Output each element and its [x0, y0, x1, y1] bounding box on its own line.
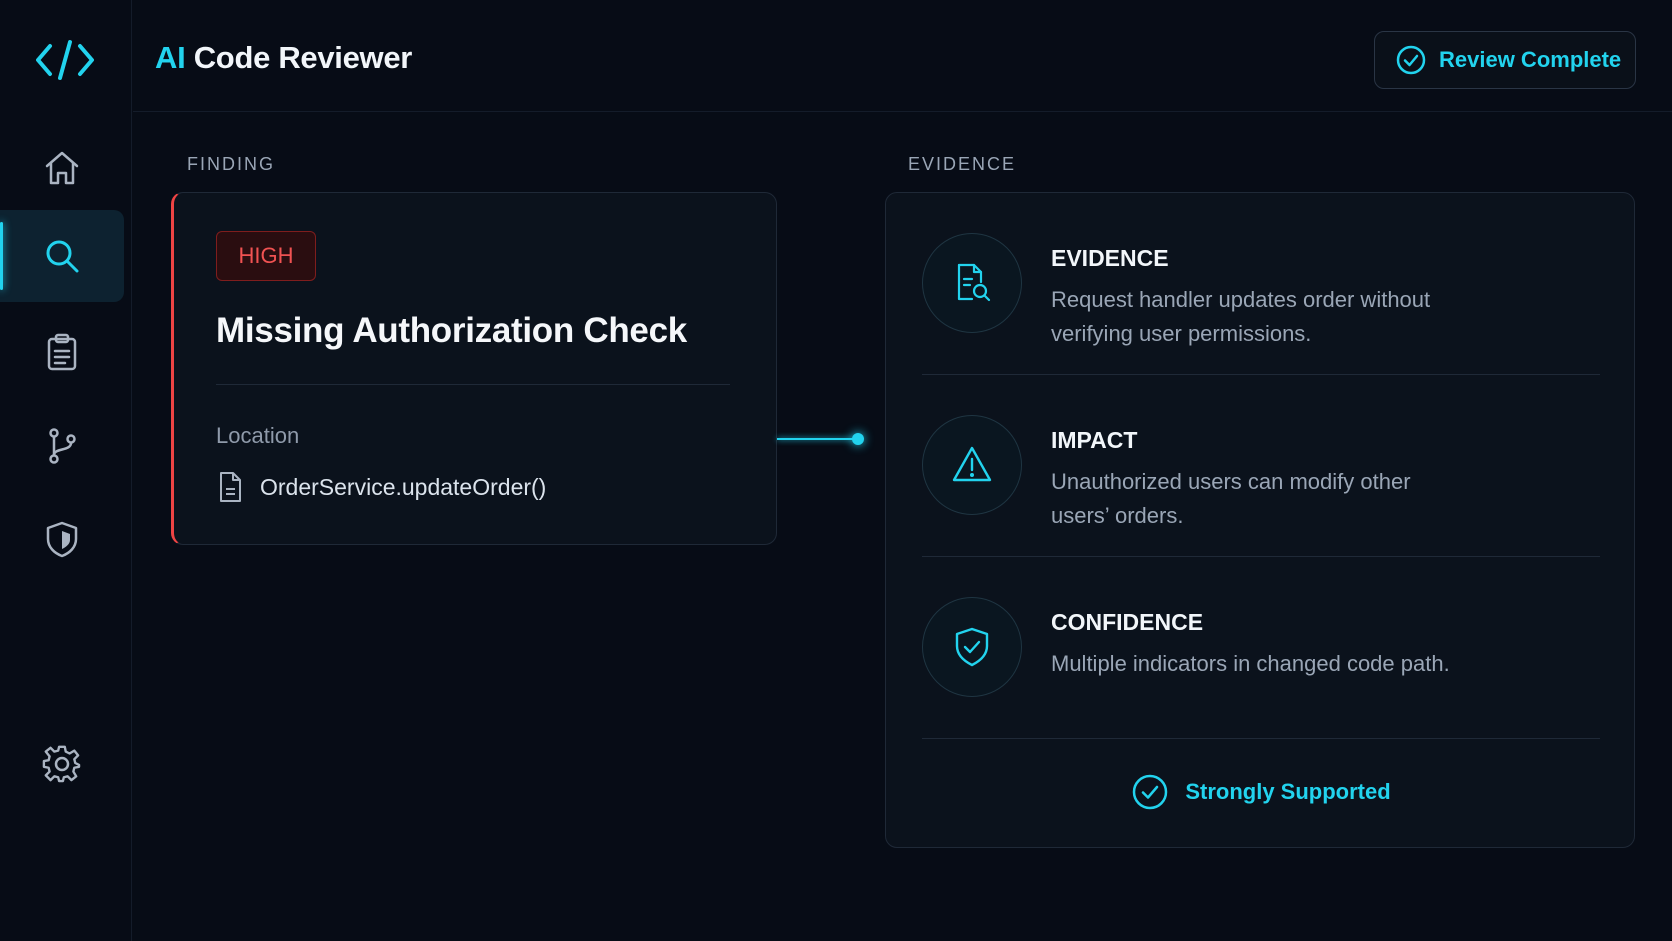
sidebar-item-reports[interactable]: [0, 306, 124, 398]
gear-icon: [42, 745, 81, 783]
warning-icon: [952, 446, 992, 482]
finding-title: Missing Authorization Check: [216, 311, 687, 350]
impact-text: Unauthorized users can modify other user…: [1051, 469, 1411, 528]
document-search-icon: [957, 263, 991, 302]
sidebar-item-settings[interactable]: [0, 718, 124, 810]
evidence-heading: EVIDENCE: [1051, 245, 1169, 271]
severity-badge: HIGH: [216, 231, 316, 281]
sidebar-item-security[interactable]: [0, 493, 124, 585]
sidebar-item-branches[interactable]: [0, 400, 124, 492]
connector-line: [777, 438, 859, 440]
evidence-card: EVIDENCE Request handler updates order w…: [885, 192, 1635, 848]
verdict-status: Strongly Supported: [886, 773, 1636, 811]
app-title: AI Code Reviewer: [155, 40, 412, 76]
finding-card[interactable]: HIGH Missing Authorization Check Locatio…: [171, 192, 777, 545]
impact-item: IMPACT Unauthorized users can modify oth…: [922, 375, 1600, 557]
search-icon: [46, 240, 79, 273]
check-circle-icon: [1396, 45, 1426, 75]
evidence-text: Request handler updates order without ve…: [1051, 287, 1431, 346]
clipboard-icon: [47, 333, 77, 371]
finding-section-label: FINDING: [187, 154, 275, 174]
review-complete-label: Review Complete: [1439, 47, 1622, 72]
home-icon: [45, 151, 79, 185]
shield-check-icon: [955, 627, 989, 667]
git-branch-icon: [49, 428, 76, 464]
sidebar-item-search[interactable]: [0, 210, 124, 302]
sidebar-item-home[interactable]: [0, 122, 124, 214]
review-complete-button[interactable]: Review Complete: [1374, 31, 1636, 89]
confidence-heading: CONFIDENCE: [1051, 609, 1204, 635]
evidence-section-label: EVIDENCE: [908, 154, 1017, 174]
verdict-label: Strongly Supported: [1185, 779, 1391, 804]
divider: [922, 738, 1600, 739]
evidence-item: EVIDENCE Request handler updates order w…: [922, 193, 1600, 375]
impact-heading: IMPACT: [1051, 427, 1138, 453]
confidence-text: Multiple indicators in changed code path…: [1051, 651, 1450, 676]
header: AI Code Reviewer Review Complete: [133, 0, 1672, 112]
check-circle-icon: [1133, 774, 1168, 810]
sidebar: [0, 0, 132, 941]
location-link[interactable]: OrderService.updateOrder(): [216, 471, 546, 503]
shield-icon: [46, 521, 78, 558]
code-logo-icon[interactable]: [36, 38, 94, 82]
location-label: Location: [216, 423, 300, 448]
confidence-item: CONFIDENCE Multiple indicators in change…: [922, 557, 1600, 739]
confidence-icon-circle: [922, 597, 1022, 697]
connector-dot: [852, 433, 864, 445]
app-title-accent: AI: [155, 40, 186, 75]
location-value: OrderService.updateOrder(): [260, 473, 547, 500]
divider: [216, 384, 730, 385]
app-title-text: Code Reviewer: [185, 40, 413, 75]
impact-icon-circle: [922, 415, 1022, 515]
evidence-icon-circle: [922, 233, 1022, 333]
app-window: AI Code Reviewer Review Complete FINDING…: [0, 0, 1672, 941]
file-icon: [220, 472, 241, 502]
